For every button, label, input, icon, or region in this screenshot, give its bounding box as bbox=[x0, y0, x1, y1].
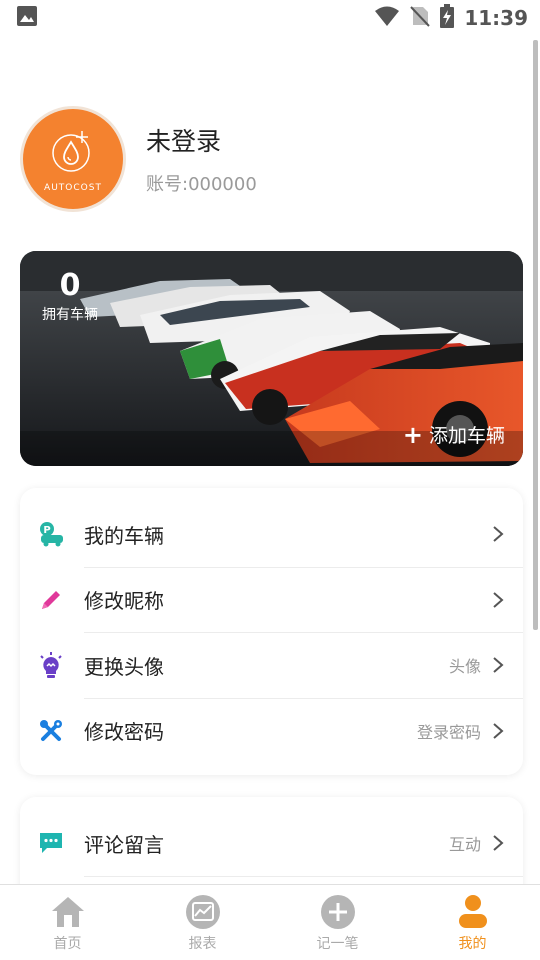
nav-label: 首页 bbox=[53, 936, 82, 952]
menu-item-label: 修改密码 bbox=[84, 720, 164, 745]
profile-name[interactable]: 未登录 bbox=[146, 122, 257, 158]
person-icon bbox=[454, 893, 492, 931]
nav-label: 记一笔 bbox=[316, 936, 359, 952]
chart-icon bbox=[184, 893, 222, 931]
image-icon bbox=[16, 5, 38, 31]
profile-header[interactable]: AUTOCOST 未登录 账号:000000 bbox=[20, 106, 257, 212]
add-circle-icon bbox=[319, 893, 357, 931]
vehicle-count-label: 拥有车辆 bbox=[42, 307, 98, 323]
menu-item-label: 更换头像 bbox=[84, 654, 164, 679]
avatar-logo-text: AUTOCOST bbox=[44, 183, 102, 193]
scroll-indicator[interactable] bbox=[533, 40, 538, 630]
menu-item-comments[interactable]: 评论留言 互动 bbox=[20, 811, 523, 876]
chevron-right-icon bbox=[491, 721, 505, 741]
menu-item-label: 评论留言 bbox=[84, 832, 164, 857]
menu-item-change-avatar[interactable]: 更换头像 头像 bbox=[20, 633, 523, 698]
nav-item-home[interactable]: 首页 bbox=[8, 893, 128, 953]
chevron-right-icon bbox=[491, 655, 505, 675]
nav-item-add-record[interactable]: 记一笔 bbox=[278, 893, 398, 953]
nav-item-mine[interactable]: 我的 bbox=[413, 893, 533, 953]
no-sim-icon bbox=[410, 5, 431, 31]
wifi-icon bbox=[374, 5, 400, 31]
menu-item-my-vehicles[interactable]: P 我的车辆 bbox=[20, 502, 523, 567]
battery-icon bbox=[440, 4, 455, 32]
menu-item-value: 登录密码 bbox=[416, 722, 481, 742]
bottom-nav: 首页 报表 记一笔 我的 bbox=[0, 884, 540, 960]
add-vehicle-label: 添加车辆 bbox=[428, 425, 505, 447]
divider bbox=[84, 875, 523, 877]
nav-label: 报表 bbox=[188, 936, 217, 952]
menu-item-value: 头像 bbox=[448, 657, 481, 677]
chevron-right-icon bbox=[491, 590, 505, 610]
lightbulb-icon bbox=[38, 652, 64, 679]
avatar[interactable]: AUTOCOST bbox=[20, 106, 126, 212]
vehicle-banner[interactable]: 0 拥有车辆 + 添加车辆 bbox=[20, 251, 523, 466]
menu-item-label: 我的车辆 bbox=[84, 523, 164, 548]
nav-item-report[interactable]: 报表 bbox=[143, 893, 263, 953]
profile-account: 账号:000000 bbox=[146, 174, 257, 195]
status-time: 11:39 bbox=[464, 6, 528, 30]
home-icon bbox=[49, 893, 87, 931]
status-bar: 11:39 bbox=[0, 0, 540, 36]
menu-card-account: P 我的车辆 修改昵称 更换头像 头像 修改密码 登录密码 bbox=[20, 488, 523, 775]
menu-item-label: 修改昵称 bbox=[84, 589, 164, 614]
chevron-right-icon bbox=[491, 524, 505, 544]
nav-label: 我的 bbox=[458, 936, 487, 952]
vehicle-count: 0 拥有车辆 bbox=[40, 269, 100, 324]
car-parking-icon: P bbox=[38, 521, 64, 547]
comment-icon bbox=[38, 830, 64, 856]
pencil-icon bbox=[38, 587, 64, 613]
vehicle-count-number: 0 bbox=[59, 268, 81, 303]
menu-item-change-nickname[interactable]: 修改昵称 bbox=[20, 568, 523, 633]
chevron-right-icon bbox=[491, 833, 505, 853]
plus-icon: + bbox=[402, 420, 423, 449]
menu-item-change-password[interactable]: 修改密码 登录密码 bbox=[20, 699, 523, 764]
add-vehicle-button[interactable]: + 添加车辆 bbox=[403, 421, 505, 448]
svg-text:P: P bbox=[43, 525, 50, 536]
tools-icon bbox=[38, 718, 64, 744]
droplet-logo-icon bbox=[45, 125, 101, 179]
menu-item-value: 互动 bbox=[448, 835, 481, 855]
